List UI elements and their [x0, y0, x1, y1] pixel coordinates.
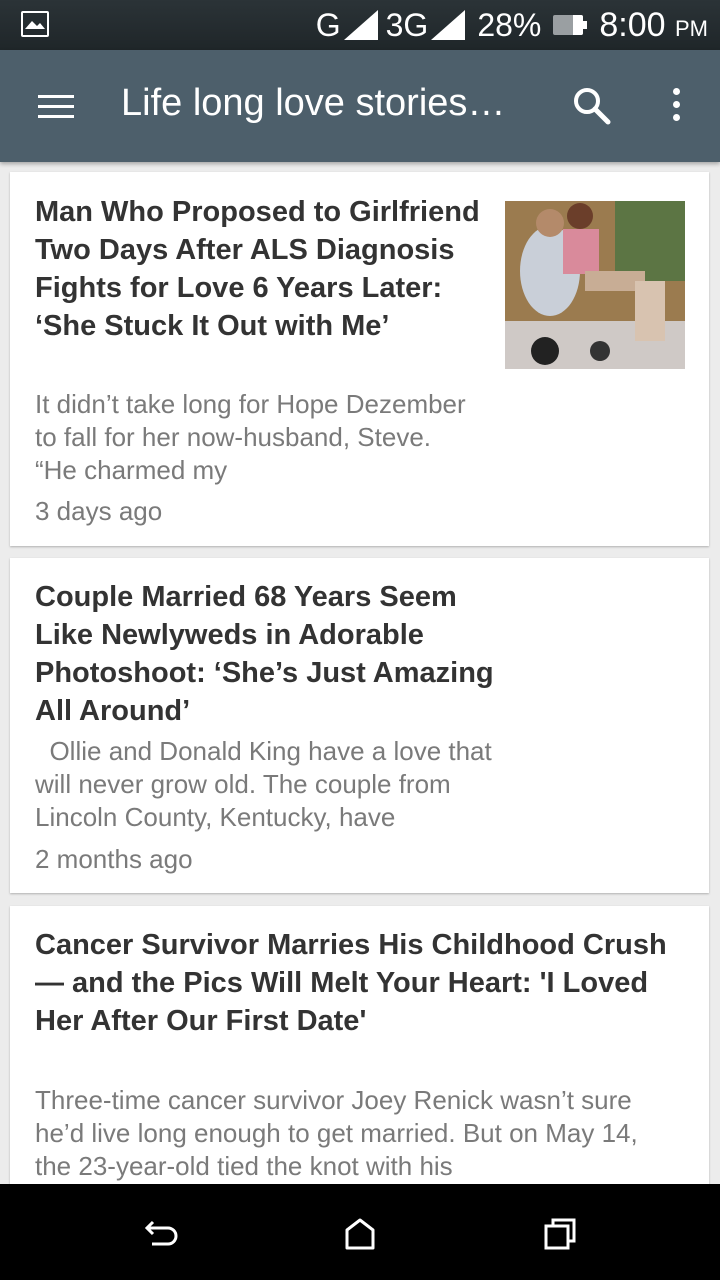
menu-icon[interactable] [38, 95, 74, 119]
network-type-label: G [315, 6, 341, 43]
article-card[interactable]: Man Who Proposed to Girlfriend Two Days … [10, 172, 709, 546]
article-card[interactable]: Couple Married 68 Years Seem Like Newlyw… [10, 558, 709, 893]
more-vert-icon[interactable] [664, 88, 688, 128]
clock: 8:00 PM [599, 5, 708, 44]
page-title: Life long love stories… [121, 82, 506, 124]
search-icon[interactable] [572, 86, 612, 126]
home-icon[interactable] [340, 1214, 380, 1254]
article-headline[interactable]: Man Who Proposed to Girlfriend Two Days … [35, 193, 480, 345]
article-card[interactable]: Cancer Survivor Marries His Childhood Cr… [10, 906, 709, 1206]
article-headline[interactable]: Couple Married 68 Years Seem Like Newlyw… [35, 578, 505, 730]
gallery-icon [21, 11, 49, 37]
article-snippet: Ollie and Donald King have a love that w… [35, 736, 499, 832]
app-bar: Life long love stories… [0, 50, 720, 162]
battery-percent: 28% [477, 6, 542, 43]
article-snippet: Three-time cancer survivor Joey Renick w… [35, 1085, 638, 1181]
article-headline[interactable]: Cancer Survivor Marries His Childhood Cr… [35, 926, 685, 1040]
navigation-bar [0, 1184, 720, 1280]
signal-icon [431, 10, 466, 40]
back-icon[interactable] [140, 1214, 180, 1254]
status-bar: G 3G 28% 8:00 PM [0, 0, 720, 50]
article-thumbnail[interactable] [505, 201, 685, 369]
article-age: 2 months ago [35, 844, 193, 874]
signal-icon [343, 10, 378, 40]
battery-icon [553, 15, 588, 35]
network-type-label-2: 3G [385, 6, 429, 43]
article-age: 3 days ago [35, 496, 163, 526]
recents-icon[interactable] [540, 1214, 580, 1254]
article-snippet: It didn’t take long for Hope Dezember to… [35, 389, 466, 485]
